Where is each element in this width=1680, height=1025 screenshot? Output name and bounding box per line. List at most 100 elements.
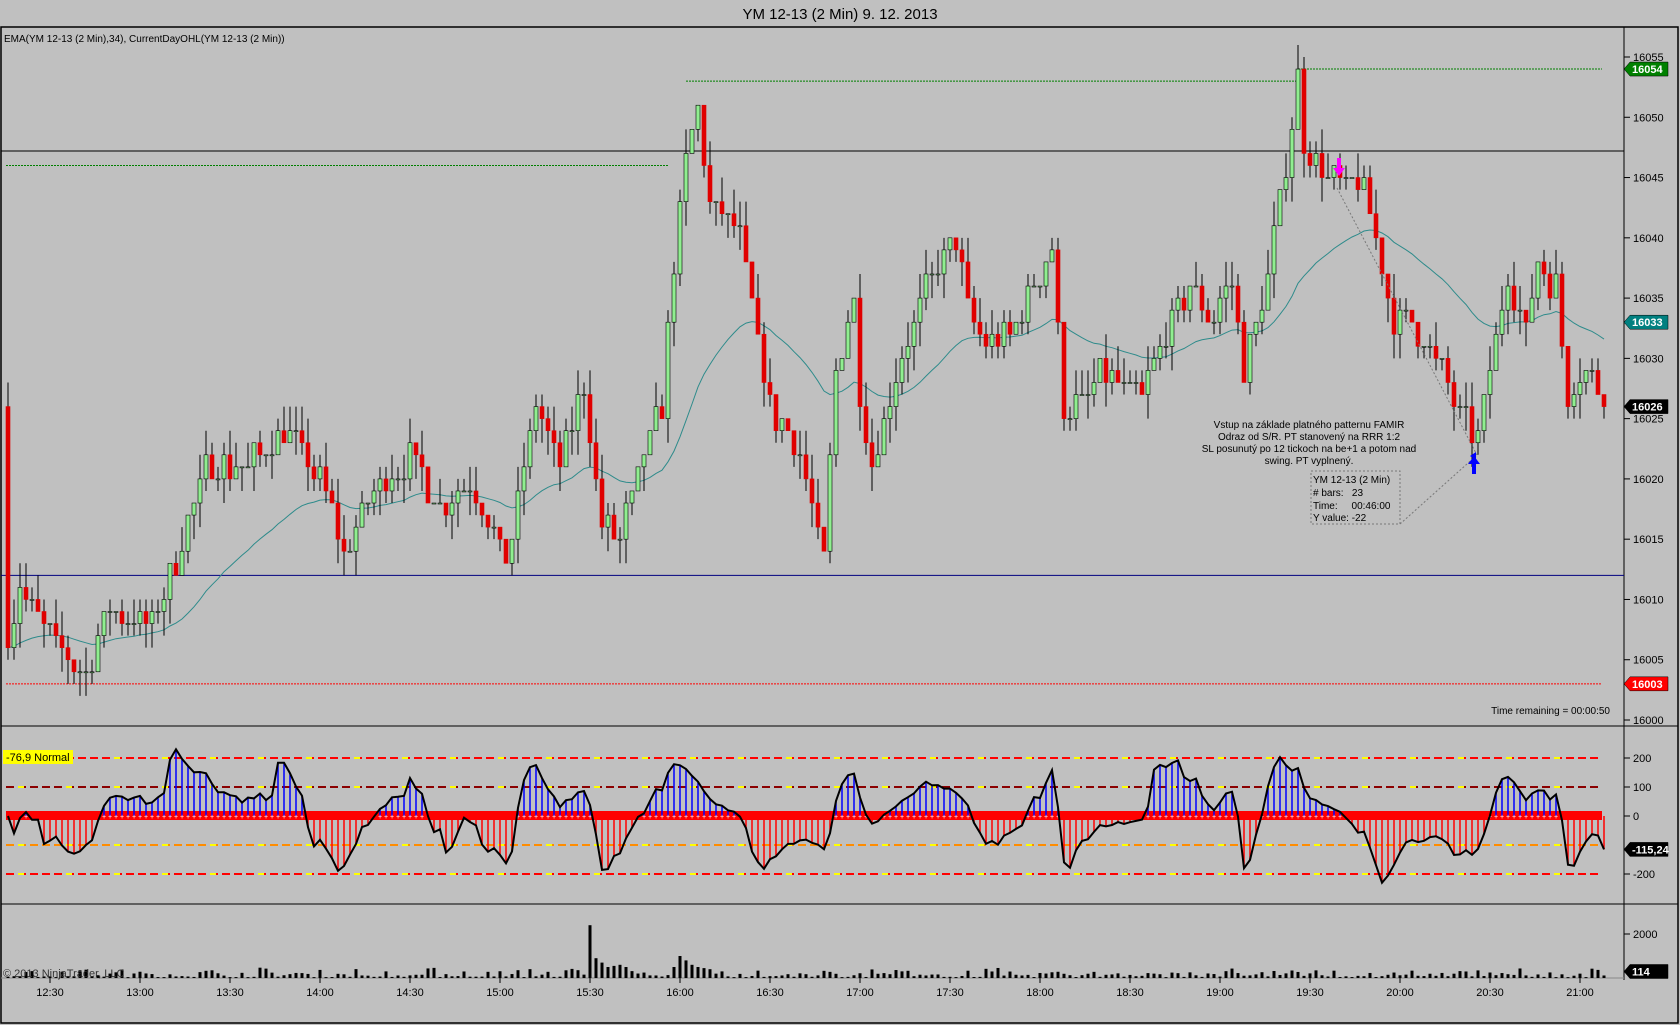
zero-line-marker: +	[660, 814, 664, 821]
volume-bar	[1224, 971, 1228, 978]
candle-body	[935, 273, 941, 276]
candle-body	[461, 490, 467, 493]
zero-line-marker: +	[210, 814, 214, 821]
candle-body	[569, 430, 575, 432]
volume-bar	[1128, 974, 1132, 978]
chart-window[interactable]: YM 12-13 (2 Min) 9. 12. 2013 + + + + + + + + + + +…	[0, 0, 1680, 1025]
candle[interactable]	[689, 129, 695, 154]
zero-line-marker: +	[648, 814, 652, 821]
candle[interactable]	[827, 442, 833, 564]
volume-bar	[234, 977, 238, 979]
volume-bar	[1428, 973, 1432, 978]
candle-body	[1229, 285, 1235, 288]
volume-bar	[462, 971, 466, 978]
volume-bar	[168, 974, 172, 978]
annotation-line: Vstup na základe platného patternu FAMIR	[1214, 420, 1405, 431]
candle[interactable]	[839, 358, 845, 371]
candle[interactable]	[503, 538, 509, 564]
chart-title: YM 12-13 (2 Min) 9. 12. 2013	[742, 6, 937, 23]
candle[interactable]	[635, 466, 641, 492]
candle-body	[1379, 237, 1385, 275]
volume-bar	[1560, 974, 1564, 978]
zero-line-marker: +	[168, 814, 172, 821]
zero-line-marker: +	[1170, 814, 1174, 821]
candle[interactable]	[833, 358, 839, 467]
candle-body	[563, 430, 569, 468]
candle-body	[1529, 297, 1535, 323]
candle[interactable]	[425, 466, 431, 504]
zero-line-marker: +	[144, 814, 148, 821]
candle[interactable]	[647, 430, 653, 456]
x-tick-label: 17:00	[846, 987, 874, 999]
candle[interactable]	[749, 261, 755, 299]
x-tick-label: 18:00	[1026, 987, 1054, 999]
volume-bar	[948, 976, 952, 978]
candle-body	[1445, 358, 1451, 383]
candle[interactable]	[5, 382, 11, 660]
candle-body	[95, 635, 101, 673]
candle-body	[347, 550, 353, 553]
x-tick-label: 13:30	[216, 987, 244, 999]
candle[interactable]	[851, 297, 857, 323]
volume-bar	[1518, 968, 1522, 978]
volume-bar	[1158, 974, 1162, 978]
candle-body	[509, 538, 515, 564]
volume-bar	[1308, 973, 1312, 978]
candle-body	[1577, 382, 1583, 395]
x-tick-label: 15:30	[576, 987, 604, 999]
volume-bar	[1014, 974, 1018, 978]
volume-bar	[888, 974, 892, 978]
candle-body	[1265, 273, 1271, 311]
candle-body	[959, 249, 965, 263]
candle[interactable]	[431, 502, 437, 505]
volume-bar	[1026, 974, 1030, 978]
volume-bar	[612, 965, 616, 978]
volume-bar	[660, 976, 664, 978]
zero-line-marker: +	[1524, 814, 1528, 821]
candle-body	[671, 273, 677, 323]
volume-bar	[1302, 975, 1306, 978]
volume-bar	[684, 960, 688, 978]
candle[interactable]	[1559, 261, 1565, 359]
candle-body	[1319, 153, 1325, 178]
candle[interactable]	[821, 526, 827, 552]
candle-body	[53, 623, 59, 636]
volume-bar	[1512, 974, 1516, 978]
candle-body	[629, 490, 635, 504]
volume-bar	[1032, 977, 1036, 979]
zero-line-marker: +	[1032, 814, 1036, 821]
candle-body	[1559, 273, 1565, 347]
volume-bar	[570, 968, 574, 978]
candle[interactable]	[1061, 321, 1067, 431]
candle[interactable]	[1055, 237, 1061, 335]
zero-line-marker: +	[1302, 814, 1306, 821]
volume-bar	[1566, 977, 1570, 979]
volume-bar	[588, 925, 592, 978]
zero-line-marker: +	[252, 814, 256, 821]
candle[interactable]	[1013, 321, 1019, 335]
candle-body	[1409, 309, 1415, 323]
candle-body	[1415, 321, 1421, 347]
volume-bar	[1596, 969, 1600, 978]
candle[interactable]	[1409, 309, 1415, 323]
candle[interactable]	[1349, 177, 1355, 179]
candle-body	[1499, 309, 1505, 335]
candle[interactable]	[1097, 358, 1103, 383]
x-tick-label: 14:00	[306, 987, 334, 999]
candle-body	[677, 201, 683, 275]
candle[interactable]	[785, 418, 791, 431]
candle[interactable]	[677, 189, 683, 287]
volume-bar	[1356, 975, 1360, 978]
zero-line-marker: +	[678, 814, 682, 821]
volume-bar	[1272, 970, 1276, 978]
candle-body	[851, 297, 857, 323]
volume-bar	[876, 973, 880, 978]
zero-line-marker: +	[222, 814, 226, 821]
volume-bar	[1362, 976, 1366, 978]
candle-body	[359, 502, 365, 528]
volume-bar	[864, 976, 868, 978]
candle[interactable]	[1277, 189, 1283, 227]
candle-body	[905, 346, 911, 359]
candle-body	[713, 201, 719, 203]
volume-bar	[1236, 973, 1240, 978]
